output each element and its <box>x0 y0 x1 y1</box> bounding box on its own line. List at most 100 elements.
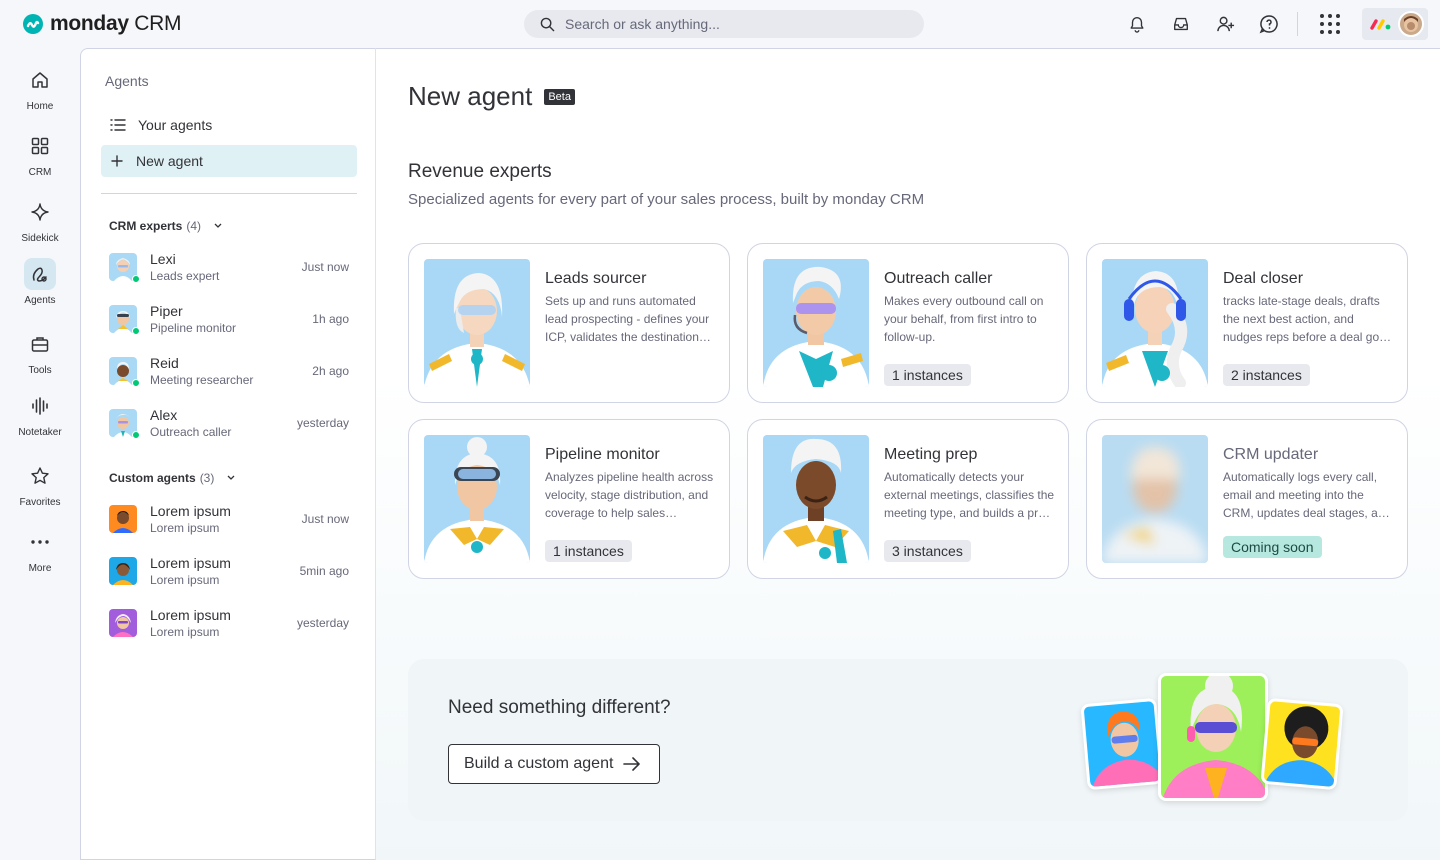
rail-item-crm[interactable]: CRM <box>0 130 80 178</box>
agent-row-alex[interactable]: Alex Outreach caller yesterday <box>109 403 349 443</box>
online-status-dot <box>132 431 140 439</box>
agent-card-deal-closer[interactable]: Deal closer tracks late-stage deals, dra… <box>1086 243 1408 403</box>
build-custom-agent-button[interactable]: Build a custom agent <box>448 744 660 784</box>
card-description: Automatically detects your external meet… <box>884 470 1055 520</box>
card-title: Meeting prep <box>884 446 978 463</box>
invite-user-icon <box>1216 16 1234 31</box>
nav-label: New agent <box>136 153 203 169</box>
agent-time: Just now <box>301 512 349 526</box>
button-label: Build a custom agent <box>464 755 614 772</box>
briefcase-icon <box>31 337 49 352</box>
card-description: Makes every outbound call on your behalf… <box>884 294 1044 344</box>
help-button[interactable] <box>1256 11 1282 37</box>
custom-agent-row[interactable]: Lorem ipsum Lorem ipsum 5min ago <box>109 551 349 591</box>
panel-divider <box>101 193 357 194</box>
waveform-icon <box>32 397 48 415</box>
rail-item-sidekick[interactable]: Sidekick <box>0 196 80 244</box>
section-subtitle: Specialized agents for every part of you… <box>408 191 925 208</box>
nav-your-agents[interactable]: Your agents <box>101 109 357 141</box>
rail-item-more[interactable]: More <box>0 526 80 574</box>
apps-grid-icon[interactable] <box>1318 12 1342 36</box>
agent-card-crm-updater[interactable]: CRM updater Automatically logs every cal… <box>1086 419 1408 579</box>
search-input[interactable] <box>565 16 895 32</box>
custom-agent-row[interactable]: Lorem ipsum Lorem ipsum yesterday <box>109 603 349 643</box>
rail-item-notetaker[interactable]: Notetaker <box>0 390 80 438</box>
card-title: Outreach caller <box>884 270 993 287</box>
rail-label: Agents <box>24 295 56 306</box>
agent-name: Reid <box>150 354 179 371</box>
agent-time: 1h ago <box>312 312 349 326</box>
section-count: (3) <box>199 471 215 485</box>
custom-agents-illustration <box>1080 665 1350 815</box>
account-menu[interactable] <box>1362 8 1428 40</box>
star-icon <box>31 467 49 484</box>
custom-agent-panel: Need something different? Build a custom… <box>408 659 1408 821</box>
nav-label: Your agents <box>138 117 213 133</box>
agent-name: Piper <box>150 302 183 319</box>
notifications-button[interactable] <box>1124 11 1150 37</box>
agent-card-pipeline-monitor[interactable]: Pipeline monitor Analyzes pipeline healt… <box>408 419 730 579</box>
agent-avatar <box>109 357 140 387</box>
agent-name: Lorem ipsum <box>150 502 231 519</box>
custom-agent-row[interactable]: Lorem ipsum Lorem ipsum Just now <box>109 499 349 539</box>
card-title: Pipeline monitor <box>545 446 660 463</box>
search-bar[interactable] <box>524 10 924 38</box>
rail-item-home[interactable]: Home <box>0 64 80 112</box>
agent-illustration <box>763 435 869 563</box>
agent-avatar <box>109 609 137 637</box>
invite-members-button[interactable] <box>1212 11 1238 37</box>
rail-item-tools[interactable]: Tools <box>0 328 80 376</box>
custom-agents-section-toggle[interactable]: Custom agents (3) <box>109 471 238 485</box>
sparkle-icon <box>31 203 49 221</box>
agent-card-meeting-prep[interactable]: Meeting prep Automatically detects your … <box>747 419 1069 579</box>
crm-experts-section-toggle[interactable]: CRM experts (4) <box>109 219 225 233</box>
agent-illustration <box>763 259 869 387</box>
agent-name: Alex <box>150 406 178 423</box>
agent-avatar <box>109 409 140 439</box>
online-status-dot <box>132 275 140 283</box>
rail-item-favorites[interactable]: Favorites <box>0 460 80 508</box>
app-logo[interactable]: monday CRM <box>22 12 182 36</box>
card-description: Automatically logs every call, email and… <box>1223 470 1392 520</box>
plus-icon <box>111 155 123 167</box>
agent-card-outreach-caller[interactable]: Outreach caller Makes every outbound cal… <box>747 243 1069 403</box>
section-label: Custom agents <box>109 471 196 485</box>
agent-icon <box>32 267 47 282</box>
inbox-icon <box>1174 17 1188 31</box>
page-title-text: New agent <box>408 81 533 111</box>
section-title: Revenue experts <box>408 161 552 182</box>
section-count: (4) <box>186 219 202 233</box>
rail-label: Favorites <box>19 497 61 508</box>
agent-role: Pipeline monitor <box>150 320 237 335</box>
card-description: Sets up and runs automated lead prospect… <box>545 294 710 344</box>
grid-icon <box>31 137 49 155</box>
agent-time: Just now <box>301 260 349 274</box>
top-bar: monday CRM <box>0 0 1440 48</box>
agent-role: Outreach caller <box>150 424 232 439</box>
nav-new-agent[interactable]: New agent <box>101 145 357 177</box>
main-content: New agent Beta Revenue experts Specializ… <box>376 48 1440 860</box>
card-title: Deal closer <box>1223 270 1304 287</box>
agent-name: Lexi <box>150 250 176 267</box>
rail-label: Notetaker <box>18 427 62 438</box>
inbox-button[interactable] <box>1168 11 1194 37</box>
agents-panel: Agents Your agents New agent CRM experts… <box>80 48 376 860</box>
left-nav-rail: Home CRM Sidekick Agents Tools Notetaker… <box>0 48 80 860</box>
instances-badge: 3 instances <box>884 540 971 562</box>
agent-name: Lorem ipsum <box>150 606 231 623</box>
section-label: CRM experts <box>109 219 183 233</box>
list-icon <box>110 119 126 131</box>
agent-card-leads-sourcer[interactable]: Leads sourcer Sets up and runs automated… <box>408 243 730 403</box>
agent-time: 2h ago <box>312 364 349 378</box>
rail-label: Sidekick <box>21 233 59 244</box>
monday-logo-icon <box>23 14 43 34</box>
agent-row-piper[interactable]: Piper Pipeline monitor 1h ago <box>109 299 349 339</box>
card-description: Analyzes pipeline health across velocity… <box>545 470 714 520</box>
toolbar-divider <box>1297 12 1298 36</box>
app-name: monday CRM <box>50 12 182 35</box>
agent-row-reid[interactable]: Reid Meeting researcher 2h ago <box>109 351 349 391</box>
agent-avatar <box>109 505 137 533</box>
rail-item-agents[interactable]: Agents <box>0 258 80 306</box>
agent-row-lexi[interactable]: Lexi Leads expert Just now <box>109 247 349 287</box>
custom-agent-title: Need something different? <box>448 697 671 718</box>
